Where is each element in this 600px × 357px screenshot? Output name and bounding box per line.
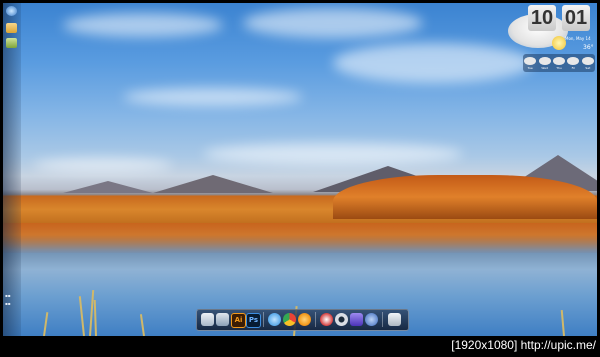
dock-separator (263, 312, 264, 327)
sky-cloud (63, 13, 223, 37)
internet-explorer-icon[interactable] (268, 313, 281, 326)
cloud-icon (567, 56, 580, 65)
sky-cloud (243, 8, 423, 38)
weather-forecast[interactable]: Tue Wed Thu Fri Sat (523, 54, 595, 72)
mountain (63, 181, 153, 193)
forecast-day: Wed (537, 54, 551, 72)
clock-minutes: 01 (562, 5, 590, 31)
eye-icon[interactable] (335, 313, 348, 326)
itunes-icon[interactable] (320, 313, 333, 326)
settings-icon[interactable] (365, 313, 378, 326)
image-watermark: [1920x1080] http://upic.me/ (451, 338, 596, 352)
sun-icon (552, 36, 566, 50)
desktop-wallpaper (3, 3, 597, 336)
cloud-icon (553, 56, 566, 65)
forecast-day-label: Thu (556, 65, 562, 70)
autumn-forest (333, 175, 597, 219)
photoshop-icon[interactable]: Ps (246, 313, 261, 328)
gadget-icon[interactable] (6, 38, 17, 48)
forecast-day-label: Fri (571, 65, 576, 70)
forecast-day-label: Tue (527, 65, 533, 70)
media-player-icon[interactable] (350, 313, 363, 326)
forecast-day: Sat (581, 54, 595, 72)
forecast-day: Thu (552, 54, 566, 72)
finder-icon[interactable] (201, 313, 214, 326)
sky-cloud (203, 143, 463, 165)
cloud-icon (581, 56, 594, 65)
documents-icon[interactable] (216, 313, 229, 326)
weather-temperature: 36° (583, 44, 594, 51)
forecast-day-label: Sat (585, 65, 591, 70)
sky-cloud (33, 158, 173, 172)
grass (78, 296, 85, 336)
clock-gadget[interactable]: 10 01 (528, 5, 592, 31)
sky-cloud (123, 88, 303, 106)
forecast-day: Fri (566, 54, 580, 72)
globe-icon[interactable] (6, 6, 17, 16)
grass (139, 314, 145, 336)
lake-reflection (3, 223, 597, 253)
dock-separator (382, 312, 383, 327)
grass (93, 299, 97, 336)
weather-date: Mon, May 14 (565, 36, 591, 41)
forecast-day: Tue (523, 54, 537, 72)
sky-cloud (333, 43, 533, 83)
folder-icon[interactable] (6, 23, 17, 33)
cloud-icon (538, 56, 551, 65)
sidebar-status-text: ▪▪ (5, 293, 11, 298)
dock-separator (315, 312, 316, 327)
firefox-icon[interactable] (298, 313, 311, 326)
mountain (153, 175, 273, 193)
left-gadget-bar: ▪▪ ▪▪ (3, 3, 21, 336)
clock-hours: 10 (528, 5, 556, 31)
cloud-icon (524, 56, 537, 65)
forecast-day-label: Wed (541, 65, 548, 70)
grass (560, 310, 565, 336)
chrome-icon[interactable] (283, 313, 296, 326)
application-dock: Ai Ps (196, 309, 409, 331)
illustrator-icon[interactable]: Ai (231, 313, 246, 328)
trash-icon[interactable] (388, 313, 401, 326)
grass (43, 312, 49, 336)
sidebar-status-text: ▪▪ (5, 301, 11, 306)
